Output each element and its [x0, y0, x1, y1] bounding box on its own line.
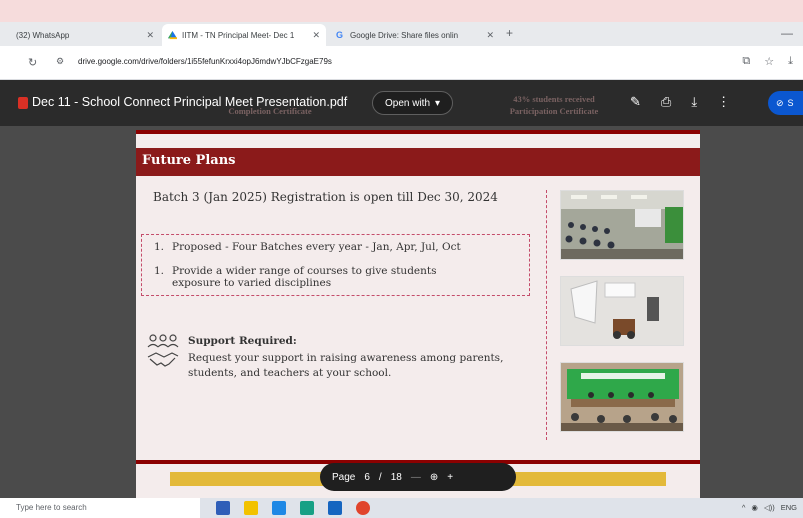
- tab-iitm-principal-meet[interactable]: IITM - TN Principal Meet- Dec 1 ✕: [162, 24, 326, 46]
- plan-item: 1. Proposed - Four Batches every year - …: [154, 241, 461, 253]
- download-icon[interactable]: ⤓: [691, 94, 697, 110]
- tab-label: Google Drive: Share files onlin: [350, 30, 459, 40]
- support-body: Request your support in raising awarenes…: [188, 352, 504, 379]
- share-button[interactable]: ⊘ S: [768, 91, 803, 115]
- handshake-icon: [146, 333, 180, 373]
- add-comment-icon[interactable]: ✎: [630, 94, 641, 110]
- classroom-photo: [560, 190, 684, 260]
- plan-text: Provide a wider range of courses to give…: [172, 265, 437, 289]
- minimize-window-icon[interactable]: —: [781, 26, 793, 40]
- print-icon[interactable]: ⎙: [661, 94, 671, 110]
- close-icon[interactable]: ✕: [146, 30, 154, 41]
- reload-icon[interactable]: ↻: [28, 56, 37, 69]
- taskbar-search-input[interactable]: Type here to search: [0, 498, 200, 518]
- batch-registration-text: Batch 3 (Jan 2025) Registration is open …: [153, 190, 498, 204]
- edge-browser-icon[interactable]: [272, 501, 286, 515]
- install-app-icon[interactable]: ⧉: [742, 55, 750, 68]
- store-icon[interactable]: [328, 501, 342, 515]
- plans-box: 1. Proposed - Four Batches every year - …: [141, 234, 530, 296]
- close-icon[interactable]: ✕: [312, 30, 320, 41]
- lock-icon: ⊘: [776, 97, 784, 108]
- open-with-button[interactable]: Open with ▾: [372, 91, 454, 115]
- google-icon: G: [336, 29, 344, 40]
- new-tab-button[interactable]: +: [506, 26, 513, 40]
- browser-tab-strip: (32) WhatsApp ✕ IITM - TN Principal Meet…: [0, 22, 803, 46]
- chrome-icon[interactable]: [356, 501, 370, 515]
- page-navigation: Page 6 / 18 — ⊕ +: [320, 463, 516, 491]
- file-explorer-icon[interactable]: [244, 501, 258, 515]
- google-drive-icon: [168, 30, 177, 40]
- tab-whatsapp[interactable]: (32) WhatsApp ✕: [10, 24, 160, 46]
- app-icon[interactable]: [300, 501, 314, 515]
- volume-icon[interactable]: ◁)): [764, 503, 775, 512]
- plan-number: 1.: [154, 241, 165, 253]
- address-bar: ↻ ⚙ drive.google.com/drive/folders/1i55f…: [0, 46, 803, 80]
- background-slide-text: Completion Certificate: [228, 106, 312, 116]
- chevron-up-icon[interactable]: ^: [742, 503, 746, 512]
- page-separator: /: [378, 471, 382, 483]
- current-page-field[interactable]: 6: [364, 472, 370, 483]
- share-label: S: [787, 98, 794, 108]
- open-with-label: Open with: [385, 97, 431, 109]
- language-indicator[interactable]: ENG: [781, 503, 797, 512]
- system-tray: ^ ◉ ◁)) ENG: [742, 503, 797, 512]
- slide-title: Future Plans: [142, 153, 236, 168]
- caret-down-icon: ▾: [435, 97, 441, 109]
- tab-label: (32) WhatsApp: [16, 30, 70, 40]
- plan-number: 1.: [154, 265, 165, 277]
- bookmark-star-icon[interactable]: ☆: [764, 55, 774, 68]
- site-settings-icon[interactable]: ⚙: [56, 56, 64, 67]
- pdf-file-icon: [18, 97, 28, 109]
- event-stage-photo: [560, 362, 684, 432]
- zoom-icon[interactable]: ⊕: [430, 472, 438, 483]
- slide-top-border: [136, 130, 700, 134]
- support-title: Support Required:: [188, 335, 297, 347]
- slide-header-bar: Future Plans: [136, 148, 700, 176]
- pdf-viewer-toolbar: Dec 11 - School Connect Principal Meet P…: [0, 80, 803, 126]
- tab-google-drive-share[interactable]: G Google Drive: Share files onlin ✕: [330, 24, 500, 46]
- url-field[interactable]: drive.google.com/drive/folders/1i55fefun…: [78, 57, 332, 66]
- pdf-slide: Future Plans Batch 3 (Jan 2025) Registra…: [136, 130, 700, 464]
- plan-item: 1. Provide a wider range of courses to g…: [154, 265, 484, 289]
- background-slide-text: Participation Certificate: [509, 106, 599, 116]
- windows-taskbar: Type here to search ^ ◉ ◁)) ENG: [0, 498, 803, 518]
- slide-divider: [546, 190, 547, 440]
- page-label: Page: [332, 471, 356, 483]
- network-icon[interactable]: ◉: [751, 503, 758, 512]
- more-options-icon[interactable]: ⋮: [717, 94, 730, 110]
- close-icon[interactable]: ✕: [486, 30, 494, 41]
- plan-text: Proposed - Four Batches every year - Jan…: [172, 241, 461, 253]
- background-slide-text: 43% students received: [513, 94, 595, 104]
- tab-label: IITM - TN Principal Meet- Dec 1: [182, 30, 295, 40]
- zoom-in-icon[interactable]: +: [447, 472, 453, 483]
- total-pages: 18: [390, 471, 402, 483]
- zoom-out-icon[interactable]: —: [411, 472, 421, 483]
- download-icon[interactable]: ⤓: [788, 55, 793, 68]
- robotics-photo: [560, 276, 684, 346]
- task-view-icon[interactable]: [216, 501, 230, 515]
